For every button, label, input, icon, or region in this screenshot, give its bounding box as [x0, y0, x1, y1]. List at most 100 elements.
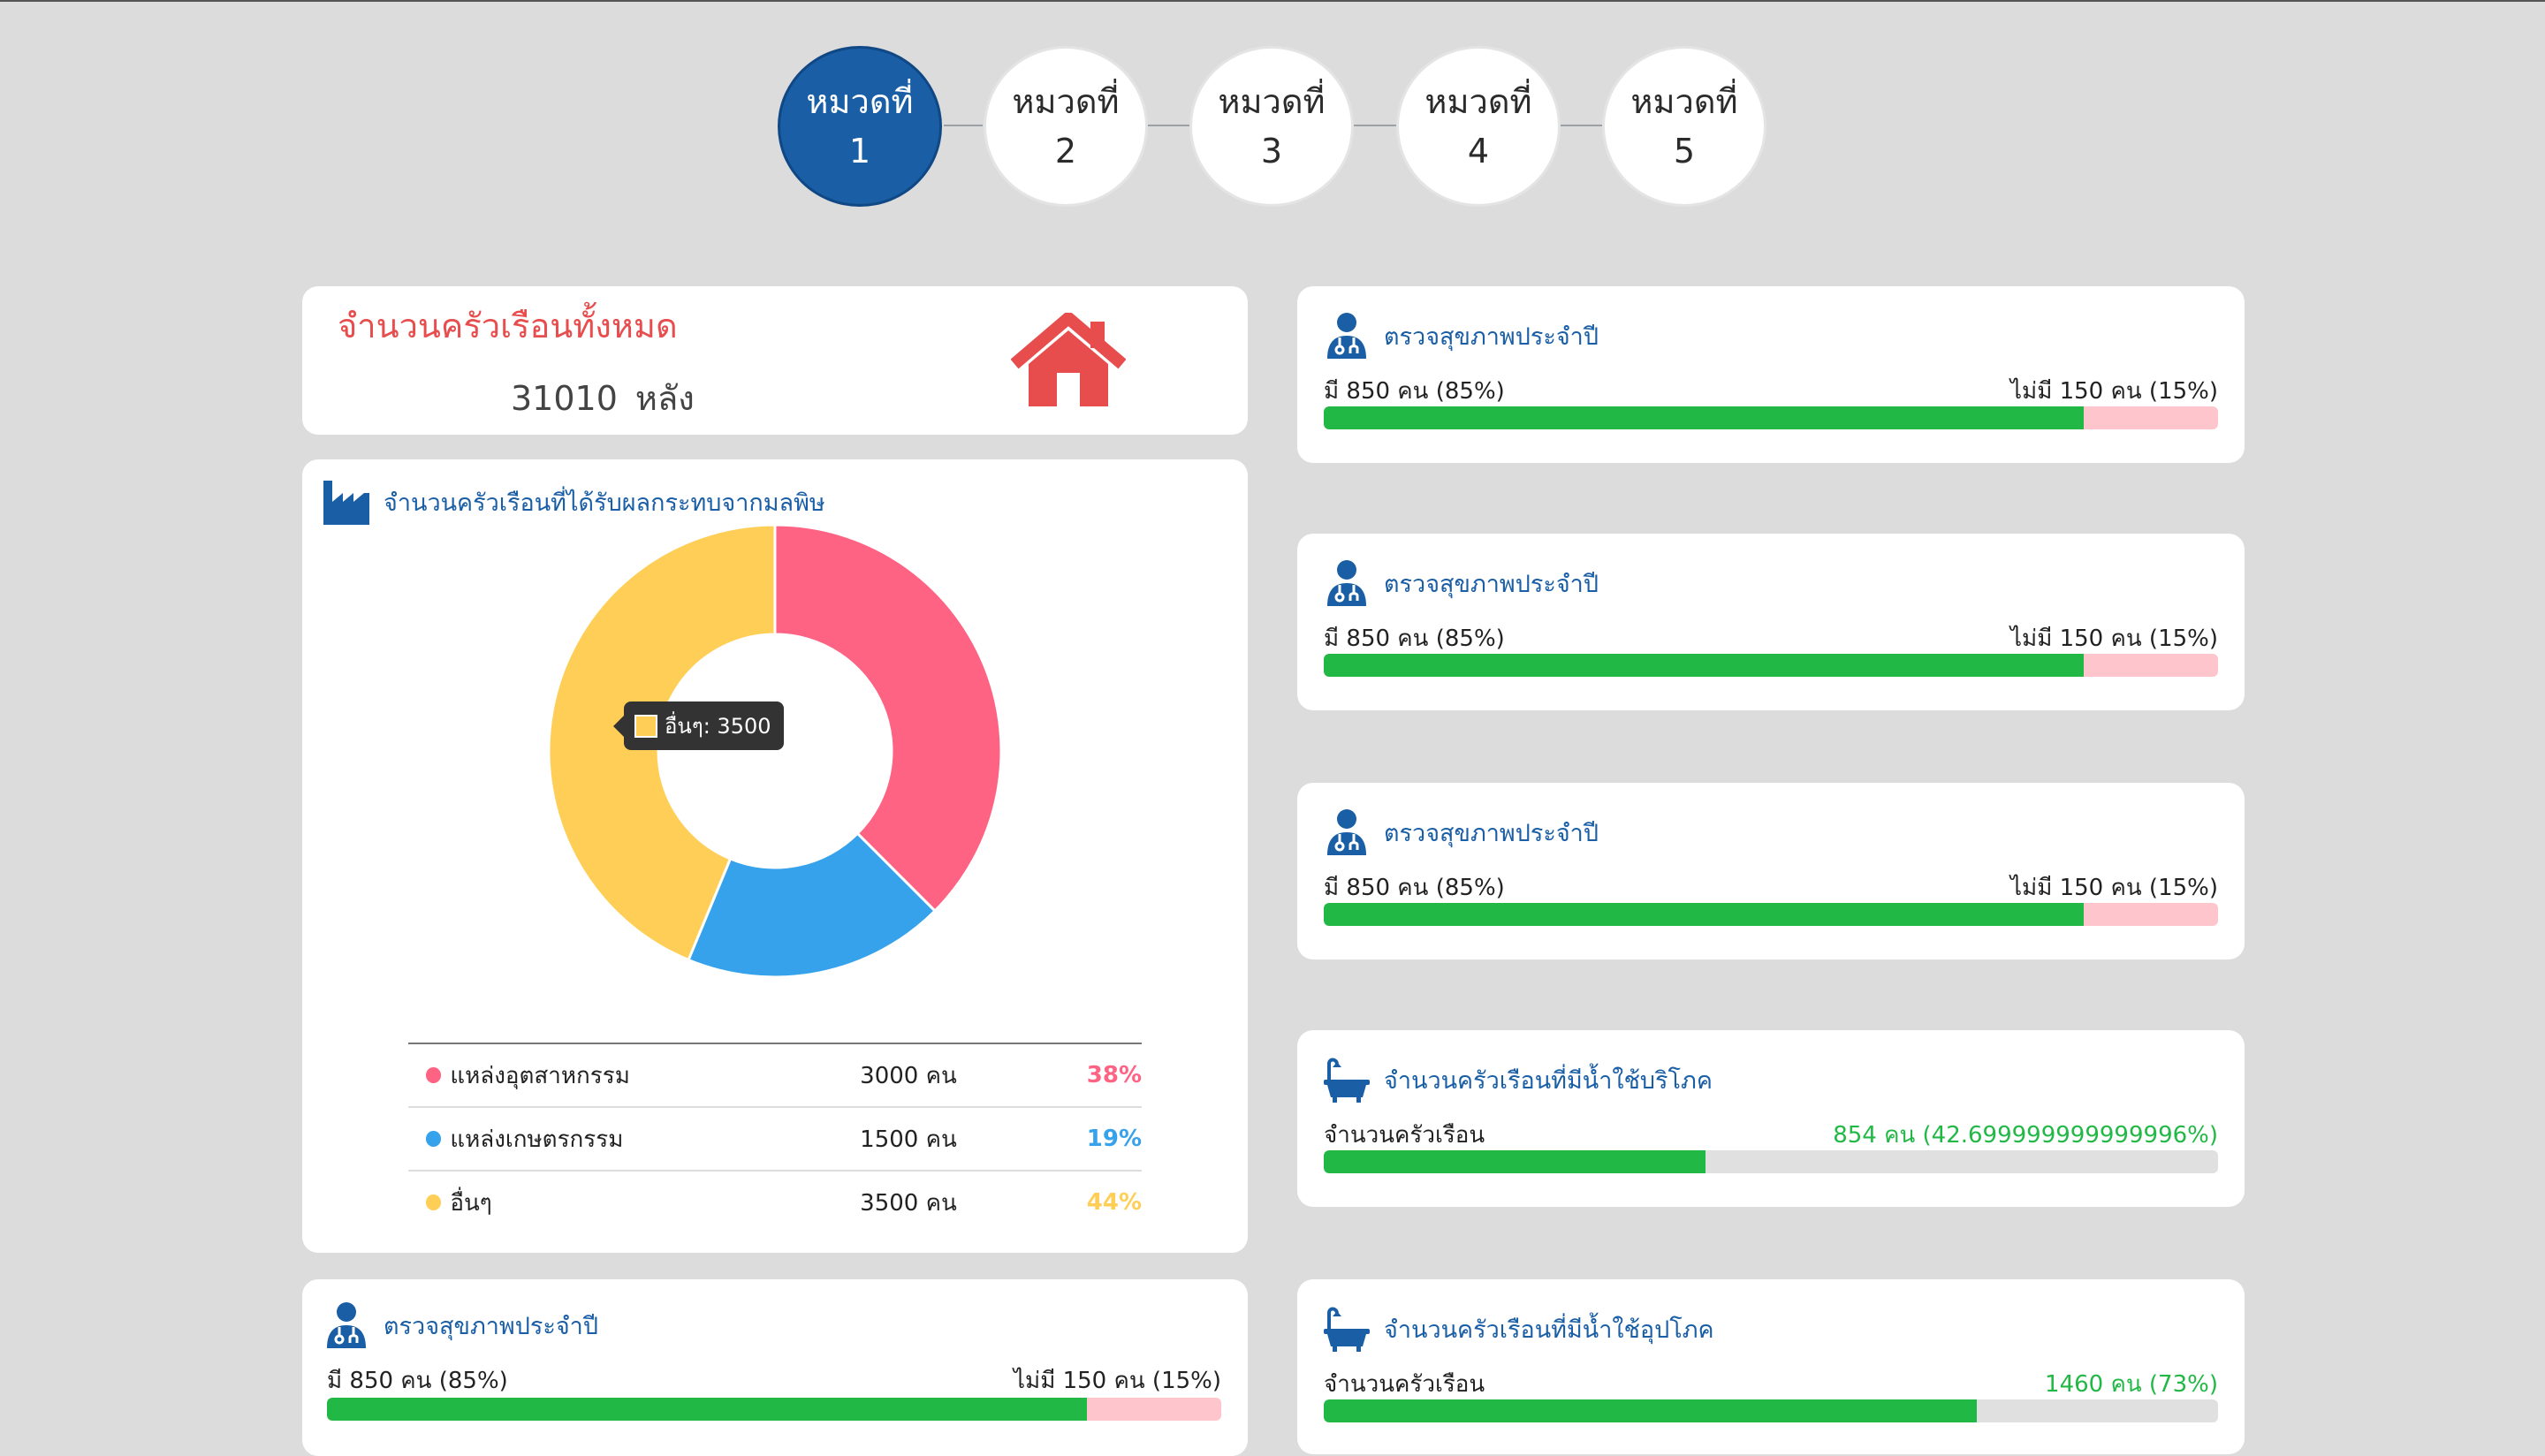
right-card-left-text: จำนวนครัวเรือน: [1324, 1122, 1485, 1149]
right-card-right-text: 854 คน (42.699999999999996%): [1833, 1122, 2218, 1149]
right-card-progress-fill: [1324, 1399, 1977, 1422]
step-label: หมวดที่: [1630, 82, 1738, 121]
tooltip-swatch: [634, 714, 657, 738]
legend-color-dot: [426, 1194, 442, 1210]
step-2[interactable]: หมวดที่ 2: [984, 46, 1148, 207]
right-card-title: จำนวนครัวเรือนที่มีน้ำใช้อุปโภค: [1384, 1316, 1714, 1344]
right-card-left-text: มี 850 คน (85%): [1324, 875, 1505, 901]
step-number: 4: [1467, 132, 1490, 171]
chart-tooltip: อื่นๆ: 3500: [613, 701, 784, 750]
step-label: หมวดที่: [1012, 82, 1120, 121]
right-card-progress-fill: [1324, 1150, 1706, 1173]
legend-row: แหล่งอุตสาหกรรม 3000 คน 38%: [408, 1043, 1142, 1106]
step-4[interactable]: หมวดที่ 4: [1396, 46, 1561, 207]
legend-percent: 44%: [1086, 1189, 1142, 1216]
right-card-progress-track: [1324, 406, 2218, 429]
health-check-card-left: ตรวจสุขภาพประจำปี มี 850 คน (85%) ไม่มี …: [302, 1279, 1248, 1456]
health-progress-fill: [327, 1398, 1088, 1421]
right-card-title: ตรวจสุขภาพประจำปี: [1384, 819, 1599, 847]
factory-icon: [323, 481, 369, 525]
right-card-title: จำนวนครัวเรือนที่มีน้ำใช้บริโภค: [1384, 1066, 1713, 1095]
total-households-unit: หลัง: [634, 379, 695, 418]
legend-count: 3500 คน: [860, 1189, 957, 1217]
pollution-legend-table: แหล่งอุตสาหกรรม 3000 คน 38% แหล่งเกษตรกร…: [408, 1043, 1142, 1233]
step-number: 3: [1260, 132, 1283, 171]
right-card-left-text: มี 850 คน (85%): [1324, 626, 1505, 652]
step-number: 1: [848, 132, 871, 171]
right-card-header: จำนวนครัวเรือนที่มีน้ำใช้อุปโภค: [1322, 1304, 1714, 1354]
right-card-1: ตรวจสุขภาพประจำปีมี 850 คน (85%) ไม่มี 15…: [1297, 286, 2245, 463]
step-label: หมวดที่: [1424, 82, 1532, 121]
stepper-connector: [1354, 125, 1396, 126]
pollution-card: จำนวนครัวเรือนที่ได้รับผลกระทบจากมลพิษ แ…: [302, 459, 1248, 1253]
legend-row: แหล่งเกษตรกรรม 1500 คน 19%: [408, 1106, 1142, 1170]
legend-color-dot: [426, 1131, 442, 1147]
right-card-progress-fill: [1324, 406, 2085, 429]
right-card-right-text: ไม่มี 150 คน (15%): [2009, 378, 2218, 405]
right-card-title: ตรวจสุขภาพประจำปี: [1384, 570, 1599, 598]
pollution-card-header: จำนวนครัวเรือนที่ได้รับผลกระทบจากมลพิษ: [322, 477, 825, 527]
right-card-right-text: ไม่มี 150 คน (15%): [2009, 626, 2218, 652]
right-card-3: ตรวจสุขภาพประจำปีมี 850 คน (85%) ไม่มี 15…: [1297, 783, 2245, 959]
doctor-icon: [1322, 808, 1371, 857]
stepper-connector: [1561, 125, 1603, 126]
right-card-4: จำนวนครัวเรือนที่มีน้ำใช้บริโภคจำนวนครัว…: [1297, 1030, 2245, 1207]
bathtub-icon: [1322, 1055, 1371, 1104]
legend-label: อื่นๆ: [450, 1189, 492, 1217]
step-3[interactable]: หมวดที่ 3: [1189, 46, 1354, 207]
right-card-header: ตรวจสุขภาพประจำปี: [1322, 558, 1599, 608]
right-card-stats: จำนวนครัวเรือน 854 คน (42.699999999999996…: [1324, 1117, 2218, 1153]
doctor-icon: [322, 1301, 371, 1350]
donut-slice-1[interactable]: [773, 523, 1003, 914]
bathtub-icon: [1322, 1304, 1371, 1354]
legend-color-dot: [426, 1067, 442, 1083]
health-progress-track: [327, 1398, 1221, 1421]
legend-label: แหล่งเกษตรกรรม: [450, 1126, 624, 1153]
doctor-icon: [1322, 311, 1371, 360]
health-not-have-text: ไม่มี 150 คน (15%): [1013, 1368, 1221, 1394]
pollution-donut-chart[interactable]: [545, 521, 1005, 981]
right-card-progress-fill: [1324, 654, 2085, 677]
right-card-progress-fill: [1324, 903, 2085, 926]
step-1[interactable]: หมวดที่ 1: [778, 46, 942, 207]
section-stepper: หมวดที่ 1 หมวดที่ 2 หมวดที่ 3 หมวดที่ 4 …: [0, 2, 2545, 214]
right-card-header: จำนวนครัวเรือนที่มีน้ำใช้บริโภค: [1322, 1055, 1713, 1104]
stepper-connector: [944, 125, 983, 126]
total-households-value: 31010: [511, 379, 618, 418]
health-card-title: ตรวจสุขภาพประจำปี: [384, 1312, 598, 1340]
house-icon: [1011, 313, 1126, 406]
health-card-stats: มี 850 คน (85%) ไม่มี 150 คน (15%): [327, 1362, 1221, 1399]
step-number: 5: [1673, 132, 1696, 171]
doctor-icon: [1322, 558, 1371, 608]
right-card-5: จำนวนครัวเรือนที่มีน้ำใช้อุปโภคจำนวนครัว…: [1297, 1279, 2245, 1454]
legend-label: แหล่งอุตสาหกรรม: [450, 1062, 630, 1089]
health-card-header: ตรวจสุขภาพประจำปี: [322, 1301, 598, 1350]
step-number: 2: [1054, 132, 1077, 171]
right-card-stats: มี 850 คน (85%) ไม่มี 150 คน (15%): [1324, 869, 2218, 906]
health-have-text: มี 850 คน (85%): [327, 1368, 508, 1394]
right-card-stats: มี 850 คน (85%) ไม่มี 150 คน (15%): [1324, 373, 2218, 409]
right-card-header: ตรวจสุขภาพประจำปี: [1322, 311, 1599, 360]
right-card-left-text: จำนวนครัวเรือน: [1324, 1371, 1485, 1398]
total-households-title: จำนวนครัวเรือนทั้งหมด: [338, 307, 678, 345]
legend-count: 3000 คน: [860, 1062, 957, 1089]
legend-count: 1500 คน: [860, 1126, 957, 1153]
right-card-progress-track: [1324, 1399, 2218, 1422]
right-card-stats: มี 850 คน (85%) ไม่มี 150 คน (15%): [1324, 620, 2218, 656]
step-label: หมวดที่: [806, 82, 914, 121]
right-card-right-text: ไม่มี 150 คน (15%): [2009, 875, 2218, 901]
pollution-card-title: จำนวนครัวเรือนที่ได้รับผลกระทบจากมลพิษ: [384, 489, 825, 517]
tooltip-text: อื่นๆ: 3500: [665, 714, 771, 739]
total-households-value-row: 31010 หลัง: [511, 371, 695, 425]
stepper-connector: [1147, 125, 1189, 126]
right-card-left-text: มี 850 คน (85%): [1324, 378, 1505, 405]
right-card-progress-track: [1324, 1150, 2218, 1173]
step-label: หมวดที่: [1218, 82, 1326, 121]
right-card-2: ตรวจสุขภาพประจำปีมี 850 คน (85%) ไม่มี 15…: [1297, 534, 2245, 710]
right-card-progress-track: [1324, 654, 2218, 677]
right-card-right-text: 1460 คน (73%): [2045, 1371, 2218, 1398]
step-5[interactable]: หมวดที่ 5: [1602, 46, 1766, 207]
right-card-header: ตรวจสุขภาพประจำปี: [1322, 808, 1599, 857]
legend-percent: 19%: [1086, 1126, 1142, 1152]
right-card-progress-track: [1324, 903, 2218, 926]
